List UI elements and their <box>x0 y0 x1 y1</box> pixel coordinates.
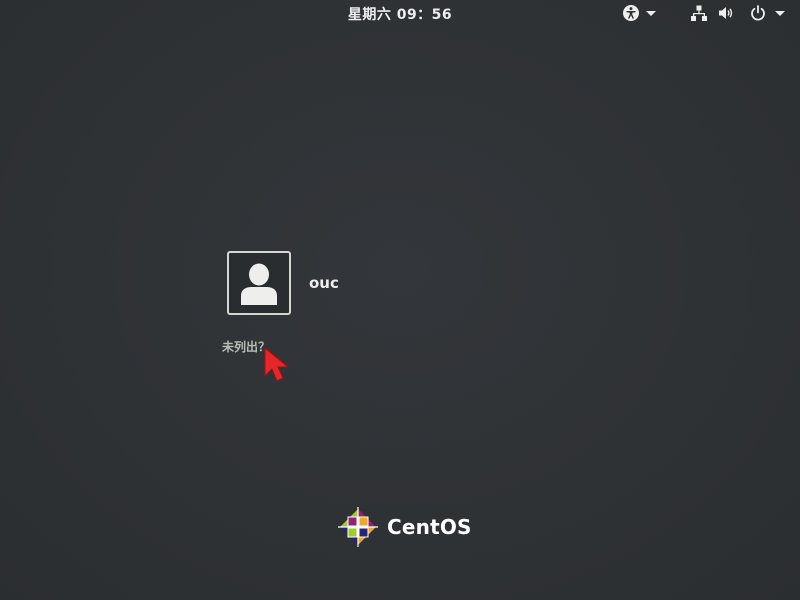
chevron-down-icon <box>775 10 785 16</box>
avatar <box>227 251 291 315</box>
clock[interactable]: 星期六 09：56 <box>0 4 800 24</box>
user-list-item[interactable]: ouc <box>227 251 339 315</box>
volume-icon <box>717 4 735 22</box>
system-menu[interactable] <box>690 4 785 22</box>
network-wired-icon <box>690 4 708 22</box>
centos-logo-icon <box>336 505 380 549</box>
centos-logo: CentOS <box>336 505 472 549</box>
power-icon <box>749 4 767 22</box>
username-label: ouc <box>309 274 339 292</box>
logo-text: CentOS <box>387 515 472 539</box>
top-bar: 星期六 09：56 <box>0 0 800 26</box>
login-screen: 星期六 09：56 ouc 未列出？ CentOS <box>0 0 800 600</box>
accessibility-icon <box>622 4 640 22</box>
accessibility-menu[interactable] <box>622 4 656 22</box>
chevron-down-icon <box>646 10 656 16</box>
mouse-pointer-icon <box>262 346 294 392</box>
user-avatar-icon <box>241 263 277 305</box>
